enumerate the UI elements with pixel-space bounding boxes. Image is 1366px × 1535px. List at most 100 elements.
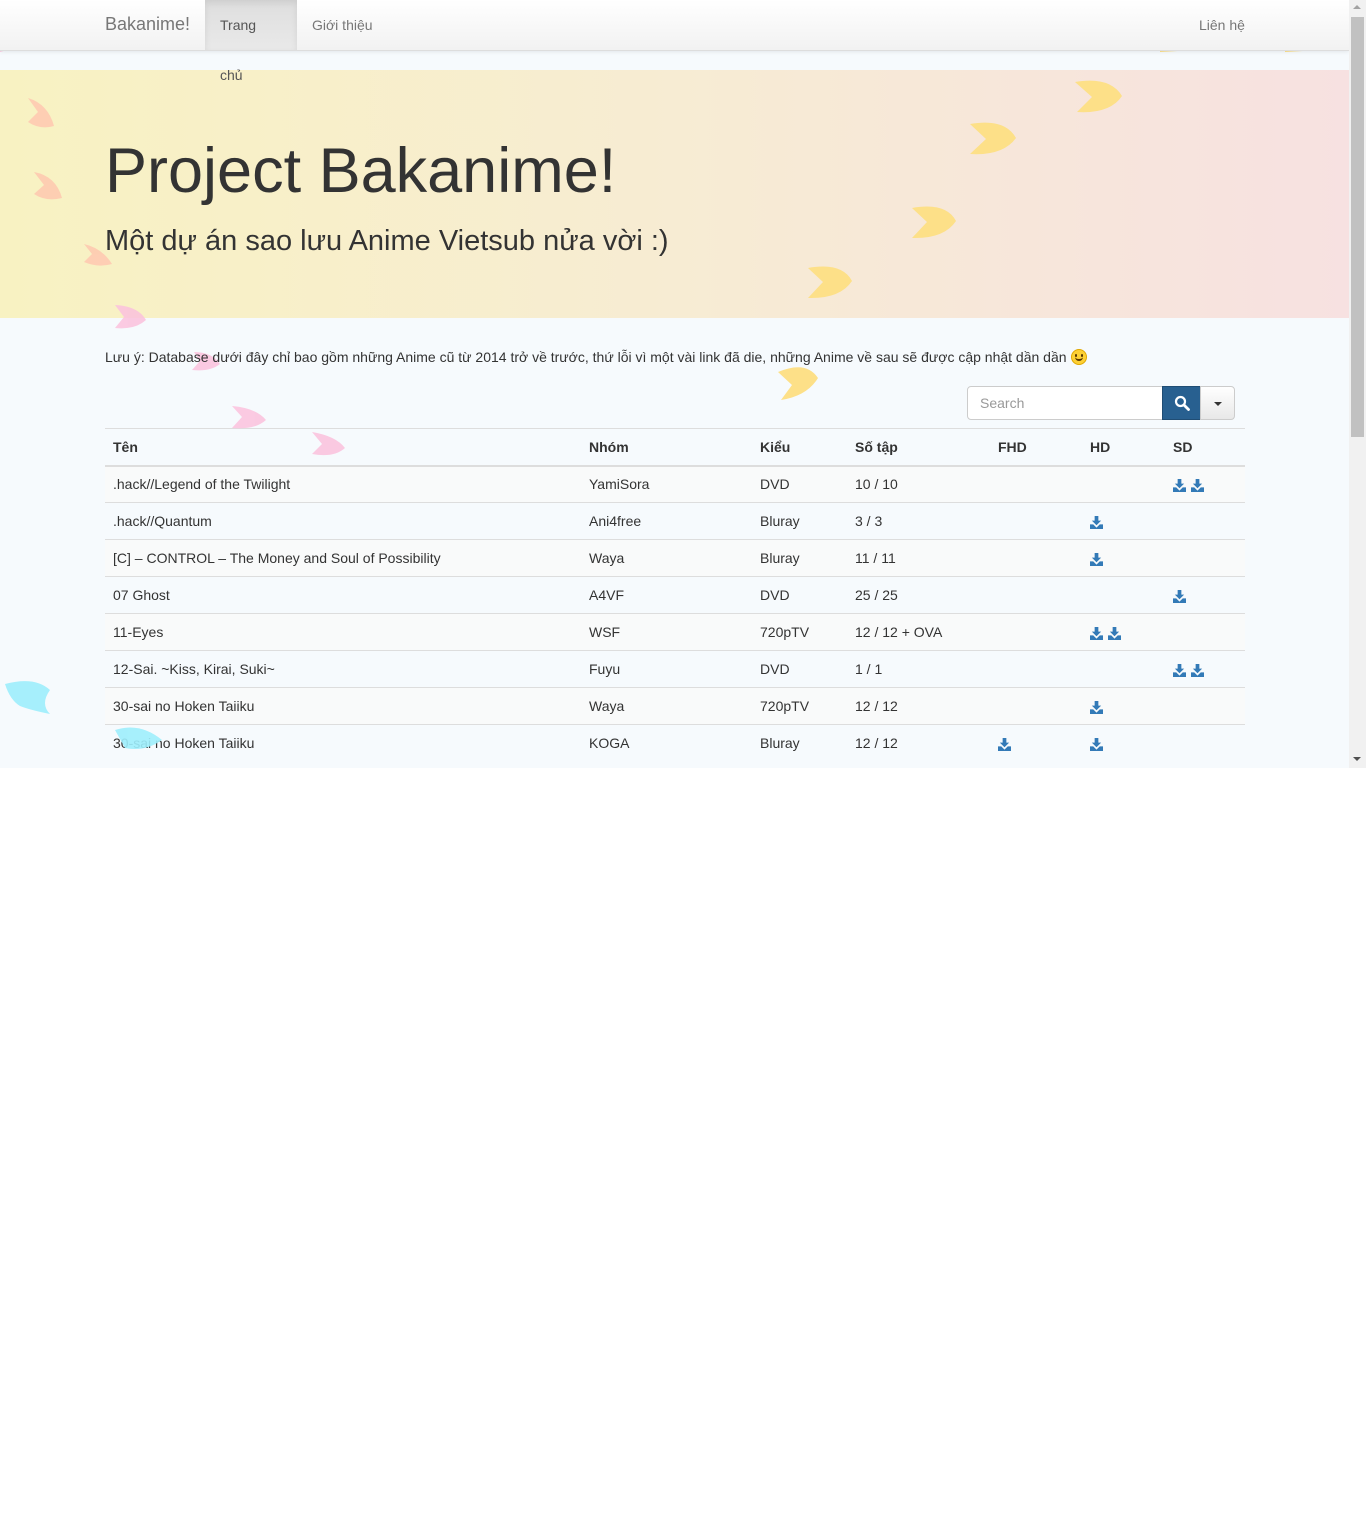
episodes-cell: 25 / 25 [847, 576, 990, 614]
anime-name-cell: 30-sai no Hoken Taiiku [105, 687, 581, 725]
table-row: .hack//Quantum Ani4free Bluray 3 / 3 [105, 502, 1245, 540]
anime-name-cell: 12-Sai. ~Kiss, Kirai, Suki~ [105, 650, 581, 688]
sd-download-cell [1165, 539, 1245, 577]
nav-item-about[interactable]: Giới thiệu [297, 0, 388, 50]
sd-download-cell [1165, 613, 1245, 651]
table-row: 11-Eyes WSF 720pTV 12 / 12 + OVA [105, 613, 1245, 651]
group-cell: KOGA [581, 724, 752, 762]
column-header-hd[interactable]: HD [1082, 428, 1165, 467]
group-cell: A4VF [581, 576, 752, 614]
hd-download-cell [1082, 465, 1165, 503]
type-cell: Bluray [752, 539, 847, 577]
type-cell: 720pTV [752, 687, 847, 725]
hd-download-cell [1082, 650, 1165, 688]
table-row: [C] – CONTROL – The Money and Soul of Po… [105, 539, 1245, 577]
nav-item-home[interactable]: Trang chủ [205, 0, 297, 83]
database-note-text: Lưu ý: Database dưới đây chỉ bao gồm nhữ… [105, 349, 1067, 365]
page: Bakanime! Trang chủ Giới thiệu Liên hệ P… [0, 0, 1349, 768]
table-row: 07 Ghost A4VF DVD 25 / 25 [105, 576, 1245, 614]
hd-download-cell [1082, 576, 1165, 614]
search-options-dropdown[interactable] [1200, 386, 1235, 420]
episodes-cell: 10 / 10 [847, 465, 990, 503]
sd-download-cell [1165, 502, 1245, 540]
anime-name-cell: .hack//Quantum [105, 502, 581, 540]
episodes-cell: 1 / 1 [847, 650, 990, 688]
download-icon[interactable] [1090, 552, 1103, 566]
type-cell: DVD [752, 465, 847, 503]
brand-link[interactable]: Bakanime! [105, 14, 190, 35]
sd-download-cell [1165, 687, 1245, 725]
fhd-download-cell [990, 539, 1082, 577]
hd-download-cell [1082, 724, 1165, 762]
group-cell: Ani4free [581, 502, 752, 540]
type-cell: DVD [752, 576, 847, 614]
download-icon[interactable] [1108, 626, 1121, 640]
download-icon[interactable] [1173, 663, 1186, 677]
anime-name-cell: [C] – CONTROL – The Money and Soul of Po… [105, 539, 581, 577]
search-input[interactable] [967, 386, 1163, 420]
download-icon[interactable] [1090, 738, 1103, 752]
table-row: 12-Sai. ~Kiss, Kirai, Suki~ Fuyu DVD 1 / 1 [105, 650, 1245, 688]
browser-viewport: Bakanime! Trang chủ Giới thiệu Liên hệ P… [0, 0, 1366, 768]
group-cell: Waya [581, 687, 752, 725]
column-header-sd[interactable]: SD [1165, 428, 1245, 467]
episodes-cell: 12 / 12 + OVA [847, 613, 990, 651]
column-header-type[interactable]: Kiểu [752, 428, 847, 467]
download-icon[interactable] [1191, 479, 1204, 493]
episodes-cell: 12 / 12 [847, 724, 990, 762]
fhd-download-cell [990, 724, 1082, 762]
fhd-download-cell [990, 576, 1082, 614]
table-row: 30-sai no Hoken Taiiku KOGA Bluray 12 / 12 [105, 724, 1245, 762]
fhd-download-cell [990, 502, 1082, 540]
hd-download-cell [1082, 502, 1165, 540]
episodes-cell: 11 / 11 [847, 539, 990, 577]
hd-download-cell [1082, 613, 1165, 651]
table-row: .hack//Legend of the Twilight YamiSora DVD… [105, 465, 1245, 503]
download-icon[interactable] [998, 738, 1011, 752]
anime-name-cell: 11-Eyes [105, 613, 581, 651]
column-header-group[interactable]: Nhóm [581, 428, 752, 467]
group-cell: Fuyu [581, 650, 752, 688]
download-icon[interactable] [1090, 515, 1103, 529]
hd-download-cell [1082, 687, 1165, 725]
type-cell: 720pTV [752, 613, 847, 651]
fhd-download-cell [990, 613, 1082, 651]
sd-download-cell [1165, 650, 1245, 688]
sd-download-cell [1165, 576, 1245, 614]
anime-name-cell: 07 Ghost [105, 576, 581, 614]
fhd-download-cell [990, 687, 1082, 725]
fhd-download-cell [990, 465, 1082, 503]
column-header-fhd[interactable]: FHD [990, 428, 1082, 467]
column-header-episodes[interactable]: Số tập [847, 428, 990, 467]
smiley-icon [1070, 349, 1087, 365]
download-icon[interactable] [1090, 700, 1103, 714]
sd-download-cell [1165, 724, 1245, 762]
type-cell: DVD [752, 650, 847, 688]
column-header-name[interactable]: Tên [105, 428, 581, 467]
search-icon [1174, 395, 1190, 411]
anime-name-cell: .hack//Legend of the Twilight [105, 465, 581, 503]
download-icon[interactable] [1173, 589, 1186, 603]
fhd-download-cell [990, 650, 1082, 688]
caret-down-icon [1214, 402, 1222, 406]
anime-table: Tên Nhóm Kiểu Số tập FHD HD SD .hack//Le… [105, 428, 1245, 762]
hero-subtitle: Một dự án sao lưu Anime Vietsub nửa vời … [105, 225, 669, 257]
download-icon[interactable] [1173, 479, 1186, 493]
navbar: Bakanime! Trang chủ Giới thiệu Liên hệ [0, 0, 1349, 83]
download-icon[interactable] [1191, 663, 1204, 677]
group-cell: YamiSora [581, 465, 752, 503]
episodes-cell: 3 / 3 [847, 502, 990, 540]
download-icon[interactable] [1090, 626, 1103, 640]
scroll-down-arrow-icon[interactable] [1353, 757, 1361, 761]
sd-download-cell [1165, 465, 1245, 503]
database-note: Lưu ý: Database dưới đây chỉ bao gồm nhữ… [105, 349, 1087, 365]
vertical-scrollbar[interactable] [1349, 0, 1366, 768]
type-cell: Bluray [752, 502, 847, 540]
table-header-row: Tên Nhóm Kiểu Số tập FHD HD SD [105, 428, 1245, 467]
scrollbar-thumb[interactable] [1351, 17, 1364, 437]
table-row: 30-sai no Hoken Taiiku Waya 720pTV 12 / 12 [105, 687, 1245, 725]
scroll-up-arrow-icon[interactable] [1353, 5, 1361, 9]
nav-item-contact[interactable]: Liên hệ [1184, 0, 1260, 50]
search-button[interactable] [1162, 386, 1201, 420]
hero-title: Project Bakanime! [105, 136, 617, 206]
